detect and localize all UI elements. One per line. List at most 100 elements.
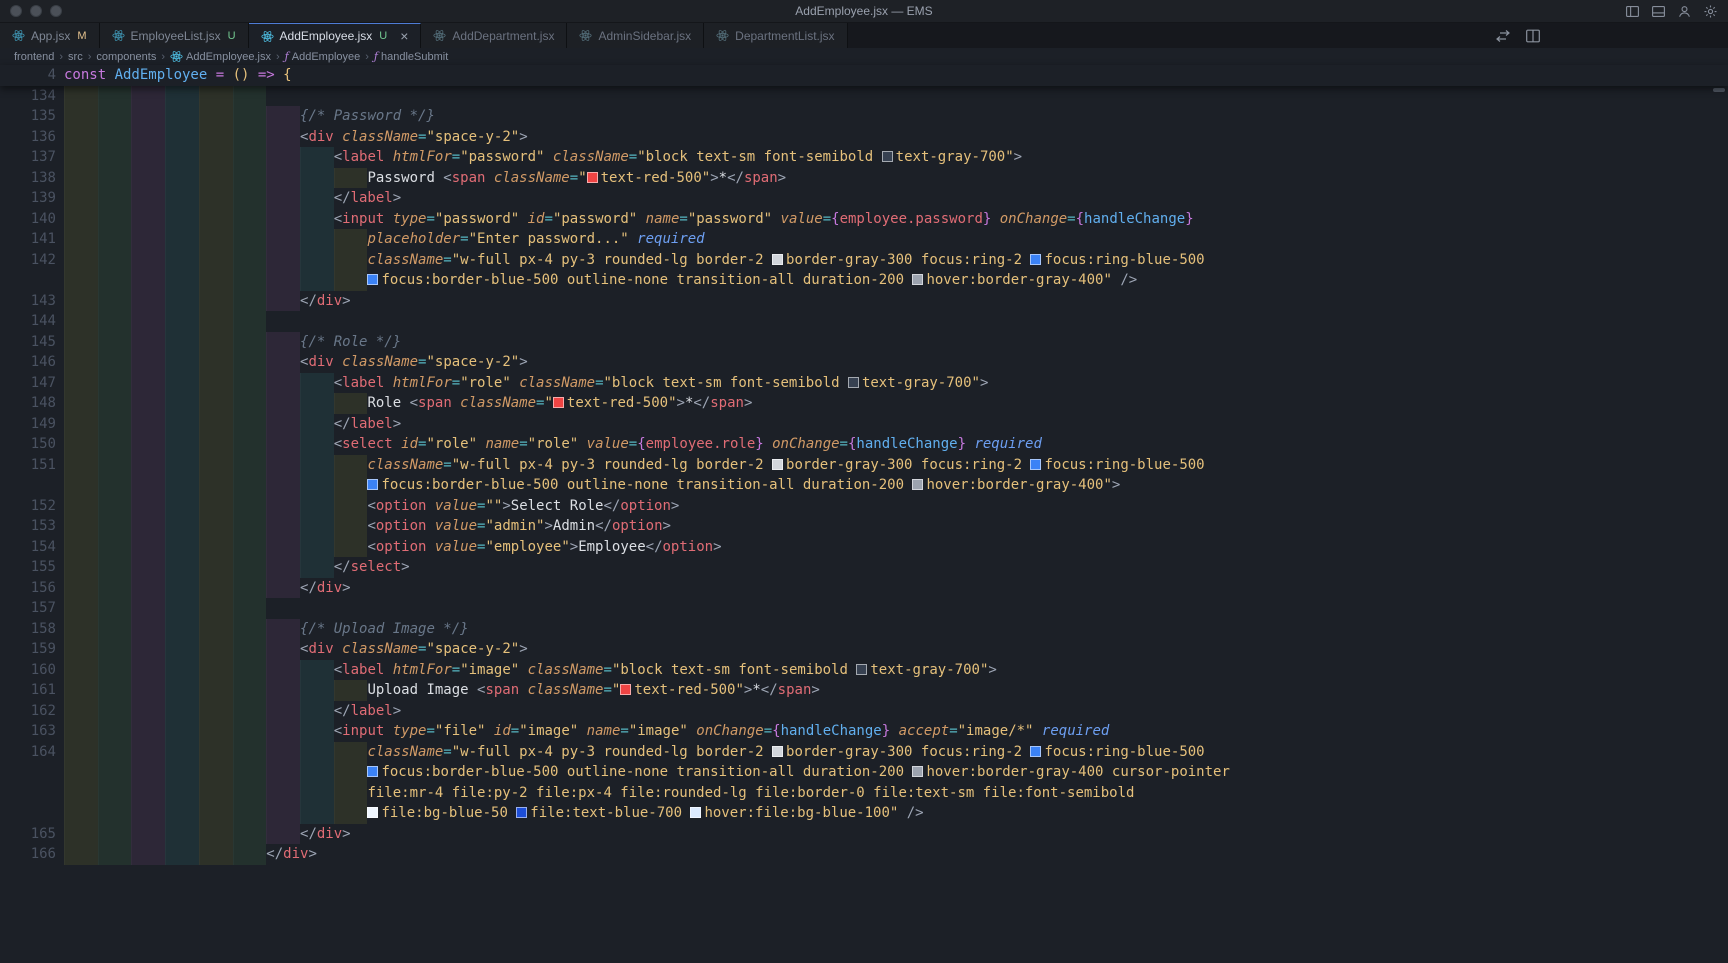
color-swatch <box>856 663 868 675</box>
code-line: 166 </div> <box>0 844 1728 865</box>
code-line: focus:border-blue-500 outline-none trans… <box>0 762 1728 783</box>
chevron-right-icon: › <box>276 50 280 63</box>
line-number: 139 <box>30 190 56 206</box>
line-number: 144 <box>30 313 56 329</box>
layout-sidebar-icon[interactable] <box>1625 4 1640 19</box>
zoom-window-button[interactable] <box>50 5 62 17</box>
line-number: 151 <box>30 456 56 473</box>
breadcrumb-item[interactable]: src <box>68 51 83 63</box>
vscode-window: AddEmployee.jsx — EMS App.jsx M EmployeeLi… <box>0 0 1728 963</box>
line-number: 158 <box>30 620 56 637</box>
sticky-line: 4 const AddEmployee = () => { <box>0 65 1728 86</box>
line-number: 134 <box>30 87 56 104</box>
code-line: 155 </select> <box>0 557 1728 578</box>
chevron-right-icon: › <box>59 50 64 63</box>
tab-DepartmentList.jsx[interactable]: DepartmentList.jsx <box>704 23 848 48</box>
code-line: 150 <select id="role" name="role" value=… <box>0 434 1728 455</box>
color-swatch <box>1030 745 1042 757</box>
breadcrumb-item[interactable]: AddEmployee.jsx <box>170 50 271 63</box>
scrollbar-thumb[interactable] <box>1713 88 1725 92</box>
code-line: 158 {/* Upload Image */} <box>0 618 1728 639</box>
code-line: 142 className="w-full px-4 py-3 rounded-… <box>0 249 1728 270</box>
line-number: 152 <box>30 497 56 514</box>
line-number: 147 <box>30 374 56 391</box>
line-number: 146 <box>30 354 56 370</box>
line-number: 153 <box>30 518 56 534</box>
code-line: 135 {/* Password */} <box>0 106 1728 127</box>
tab-list: App.jsx M EmployeeList.jsx U AddEmployee.jsx… <box>0 23 848 48</box>
code-line: 140 <input type="password" id="password"… <box>0 208 1728 229</box>
sticky-scroll[interactable]: 4 const AddEmployee = () => { <box>0 65 1728 86</box>
tab-App.jsx[interactable]: App.jsx M <box>0 23 100 48</box>
line-number <box>0 783 64 804</box>
code-line: 162 </label> <box>0 700 1728 721</box>
code-line: 157 <box>0 598 1728 619</box>
code-line: 163 <input type="file" id="image" name="… <box>0 721 1728 742</box>
color-swatch <box>772 458 784 470</box>
chevron-right-icon: › <box>87 50 92 63</box>
breadcrumb-item[interactable]: components <box>96 51 156 63</box>
line-number <box>0 270 64 291</box>
layout-panel-icon[interactable] <box>1651 4 1666 19</box>
tab-label: AddEmployee.jsx <box>279 29 373 43</box>
editor: 4 const AddEmployee = () => { 134 135 {/*… <box>0 65 1728 865</box>
tab-AdminSidebar.jsx[interactable]: AdminSidebar.jsx <box>567 23 705 48</box>
color-swatch <box>367 807 379 818</box>
line-number: 142 <box>30 251 56 268</box>
color-swatch <box>772 253 784 265</box>
line-number: 165 <box>30 825 56 842</box>
chevron-right-icon: › <box>365 50 369 63</box>
function-symbol-icon: ƒ <box>284 50 289 63</box>
color-swatch <box>586 171 598 183</box>
code-line: 156 </div> <box>0 577 1728 598</box>
line-number: 4 <box>47 67 56 83</box>
line-number: 145 <box>30 333 56 350</box>
tab-AddDepartment.jsx[interactable]: AddDepartment.jsx <box>421 23 568 48</box>
color-swatch <box>1030 458 1042 470</box>
chevron-right-icon: › <box>161 50 165 63</box>
minimize-window-button[interactable] <box>30 5 42 17</box>
code-line: focus:border-blue-500 outline-none trans… <box>0 475 1728 496</box>
code-line: 154 <option value="employee">Employee</o… <box>0 536 1728 557</box>
account-icon[interactable] <box>1677 4 1692 19</box>
color-swatch <box>912 479 924 490</box>
code-line: 149 </label> <box>0 413 1728 434</box>
tab-label: EmployeeList.jsx <box>130 28 221 43</box>
code-line: 143 </div> <box>0 290 1728 311</box>
breadcrumb-item[interactable]: frontend <box>14 51 54 63</box>
color-swatch <box>690 807 702 818</box>
git-status-badge: M <box>77 29 87 42</box>
line-number: 160 <box>30 661 56 678</box>
color-swatch <box>516 807 528 818</box>
line-number: 161 <box>30 682 56 698</box>
color-swatch <box>367 479 379 490</box>
color-swatch <box>367 766 379 777</box>
line-number: 138 <box>30 169 56 186</box>
code-line: 134 <box>0 85 1728 106</box>
code-line: focus:border-blue-500 outline-none trans… <box>0 270 1728 291</box>
close-window-button[interactable] <box>10 5 22 17</box>
line-number: 148 <box>30 395 56 411</box>
tab-label: AddDepartment.jsx <box>452 28 555 43</box>
line-number: 143 <box>30 292 56 309</box>
color-swatch <box>772 745 784 757</box>
breadcrumb-item[interactable]: ƒ AddEmployee <box>285 51 361 63</box>
breadcrumb-item[interactable]: ƒ handleSubmit <box>374 51 448 63</box>
split-editor-icon[interactable] <box>1525 28 1541 44</box>
titlebar: AddEmployee.jsx — EMS <box>0 0 1728 23</box>
close-icon[interactable]: × <box>400 29 408 43</box>
breadcrumb: frontend › src › components › AddEmployee.jsx ›… <box>0 48 1728 65</box>
color-swatch <box>620 684 632 695</box>
react-icon <box>170 51 183 62</box>
code-area[interactable]: 134 135 {/* Password */} 136 <div classNa… <box>0 85 1728 865</box>
color-swatch <box>552 397 564 408</box>
tab-AddEmployee.jsx[interactable]: AddEmployee.jsx U × <box>248 23 422 48</box>
compare-changes-icon[interactable] <box>1495 28 1511 44</box>
code-line: 147 <label htmlFor="role" className="blo… <box>0 372 1728 393</box>
tab-EmployeeList.jsx[interactable]: EmployeeList.jsx U <box>99 23 249 48</box>
code-line: file:bg-blue-50 file:text-blue-700 hover… <box>0 803 1728 824</box>
settings-gear-icon[interactable] <box>1703 4 1718 19</box>
code-line: 145 {/* Role */} <box>0 331 1728 352</box>
line-number: 154 <box>30 538 56 555</box>
code-line: file:mr-4 file:py-2 file:px-4 file:round… <box>0 782 1728 804</box>
